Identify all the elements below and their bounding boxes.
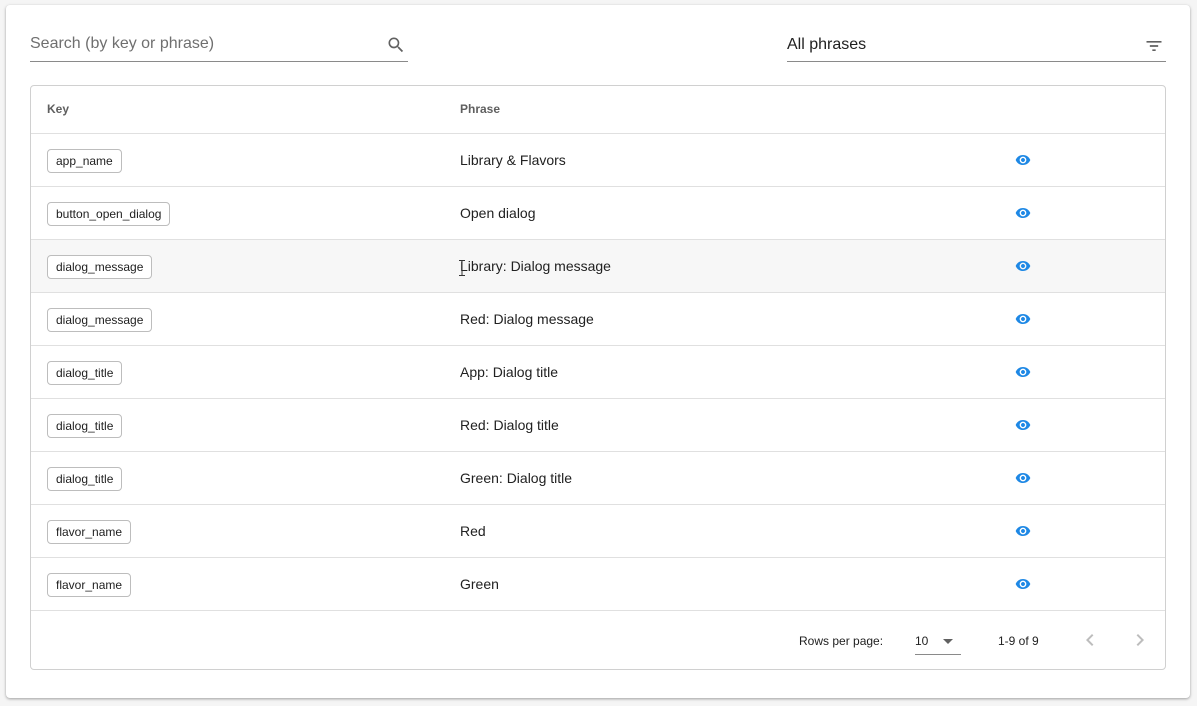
table-row[interactable]: app_name Library & Flavors: [31, 134, 1165, 187]
phrase-filter-select[interactable]: All phrases: [787, 23, 1166, 62]
phrase-cell: Green: Dialog title: [460, 470, 573, 486]
rows-per-page-select[interactable]: 10: [915, 627, 961, 655]
phrases-table: Key Phrase app_name Library & Flavors bu…: [30, 85, 1166, 670]
search-field[interactable]: [30, 23, 408, 62]
column-header-key[interactable]: Key: [47, 102, 69, 116]
table-row[interactable]: dialog_title Green: Dialog title: [31, 452, 1165, 505]
filter-icon[interactable]: [1144, 36, 1164, 54]
key-chip: dialog_title: [47, 361, 123, 385]
phrase-cell: Library: Dialog message: [460, 258, 611, 274]
phrase-cell: Red: Dialog title: [460, 417, 559, 433]
table-row[interactable]: flavor_name Green: [31, 558, 1165, 611]
phrase-cell: Red: [460, 523, 486, 539]
eye-icon[interactable]: [1015, 470, 1031, 486]
chevron-right-icon: [1136, 634, 1144, 646]
search-input[interactable]: [30, 31, 370, 57]
previous-page-button[interactable]: [1078, 628, 1102, 652]
key-chip: dialog_title: [47, 467, 123, 491]
key-chip: button_open_dialog: [47, 202, 171, 226]
table-row[interactable]: dialog_message Library: Dialog message: [31, 240, 1165, 293]
eye-icon[interactable]: [1015, 417, 1031, 433]
eye-icon[interactable]: [1015, 576, 1031, 592]
table-header: Key Phrase: [31, 86, 1165, 134]
eye-icon[interactable]: [1015, 258, 1031, 274]
chevron-left-icon: [1086, 634, 1094, 646]
table-pagination: Rows per page: 10 1-9 of 9: [31, 611, 1165, 669]
next-page-button[interactable]: [1128, 628, 1152, 652]
key-chip: flavor_name: [47, 573, 132, 597]
key-chip: dialog_message: [47, 255, 153, 279]
eye-icon[interactable]: [1015, 152, 1031, 168]
eye-icon[interactable]: [1015, 523, 1031, 539]
key-chip: dialog_title: [47, 414, 123, 438]
key-chip: dialog_message: [47, 308, 153, 332]
search-icon[interactable]: [386, 35, 406, 55]
rows-per-page-value: 10: [915, 634, 929, 648]
table-row[interactable]: dialog_message Red: Dialog message: [31, 293, 1165, 346]
phrase-cell: Red: Dialog message: [460, 311, 594, 327]
eye-icon[interactable]: [1015, 364, 1031, 380]
phrase-cell: Green: [460, 576, 499, 592]
table-row[interactable]: dialog_title Red: Dialog title: [31, 399, 1165, 452]
key-chip: app_name: [47, 149, 122, 173]
eye-icon[interactable]: [1015, 311, 1031, 327]
table-row[interactable]: button_open_dialog Open dialog: [31, 187, 1165, 240]
dropdown-arrow-icon: [943, 639, 953, 644]
phrase-cell: Open dialog: [460, 205, 536, 221]
text-cursor-icon: [459, 260, 465, 276]
table-row[interactable]: dialog_title App: Dialog title: [31, 346, 1165, 399]
column-header-phrase[interactable]: Phrase: [460, 102, 500, 116]
phrase-cell: App: Dialog title: [460, 364, 559, 380]
eye-icon[interactable]: [1015, 205, 1031, 221]
table-row[interactable]: flavor_name Red: [31, 505, 1165, 558]
rows-per-page-label: Rows per page:: [799, 634, 884, 648]
pagination-range: 1-9 of 9: [998, 634, 1039, 648]
table-body: app_name Library & Flavors button_open_d…: [31, 134, 1165, 611]
filter-selected-value: All phrases: [787, 36, 867, 53]
phrase-cell: Library & Flavors: [460, 152, 566, 168]
key-chip: flavor_name: [47, 520, 132, 544]
phrases-card: All phrases Key Phrase app_name Library …: [6, 5, 1190, 698]
